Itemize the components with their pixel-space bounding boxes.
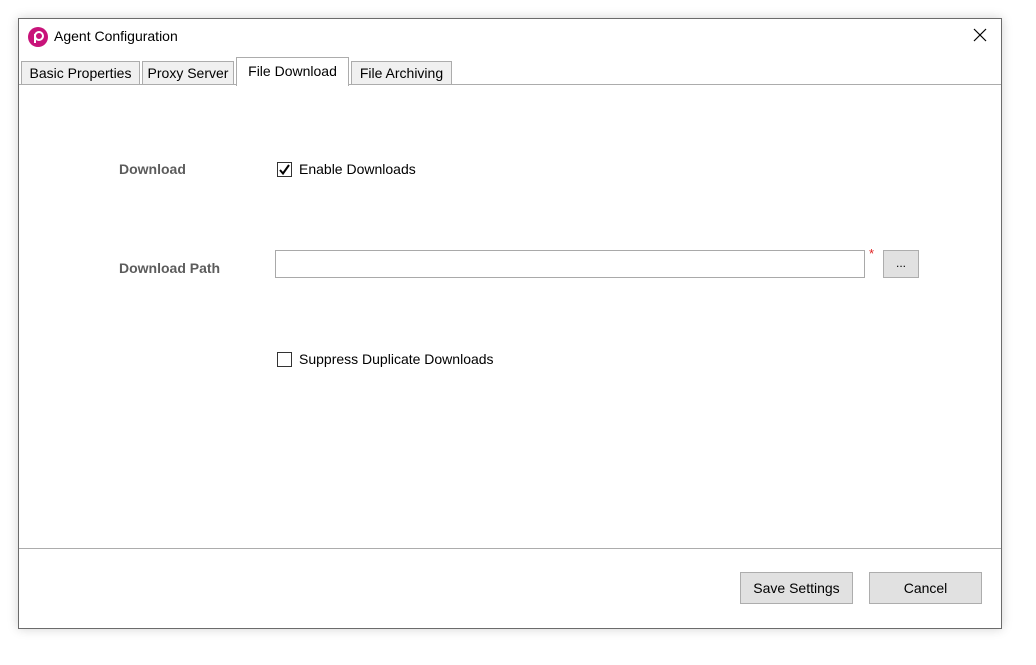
tab-file-download[interactable]: File Download [236, 57, 349, 86]
tab-file-archiving[interactable]: File Archiving [351, 61, 452, 85]
app-logo-icon [28, 27, 48, 47]
suppress-duplicates-label: Suppress Duplicate Downloads [299, 351, 494, 367]
title-bar: Agent Configuration [19, 19, 1001, 57]
cancel-button[interactable]: Cancel [869, 572, 982, 604]
file-download-panel: Download Enable Downloads Download Path … [19, 84, 1001, 549]
suppress-duplicates-checkbox[interactable]: Suppress Duplicate Downloads [277, 351, 494, 367]
close-button[interactable] [967, 24, 993, 50]
tab-proxy-server[interactable]: Proxy Server [142, 61, 234, 85]
close-icon [973, 28, 987, 47]
download-label: Download [119, 161, 186, 177]
suppress-duplicates-checkbox-box[interactable] [277, 351, 292, 367]
download-path-input[interactable] [275, 250, 865, 278]
checkmark-icon [279, 163, 290, 175]
enable-downloads-checkbox[interactable]: Enable Downloads [277, 161, 416, 177]
tab-basic-properties[interactable]: Basic Properties [21, 61, 140, 85]
agent-configuration-dialog: Agent Configuration Basic Properties Pro… [18, 18, 1002, 629]
browse-button[interactable]: ... [883, 250, 919, 278]
download-path-label: Download Path [119, 260, 221, 276]
enable-downloads-checkbox-box[interactable] [277, 161, 292, 177]
window-title: Agent Configuration [54, 28, 178, 44]
enable-downloads-label: Enable Downloads [299, 161, 416, 177]
save-settings-button[interactable]: Save Settings [740, 572, 853, 604]
required-marker: * [869, 246, 875, 261]
